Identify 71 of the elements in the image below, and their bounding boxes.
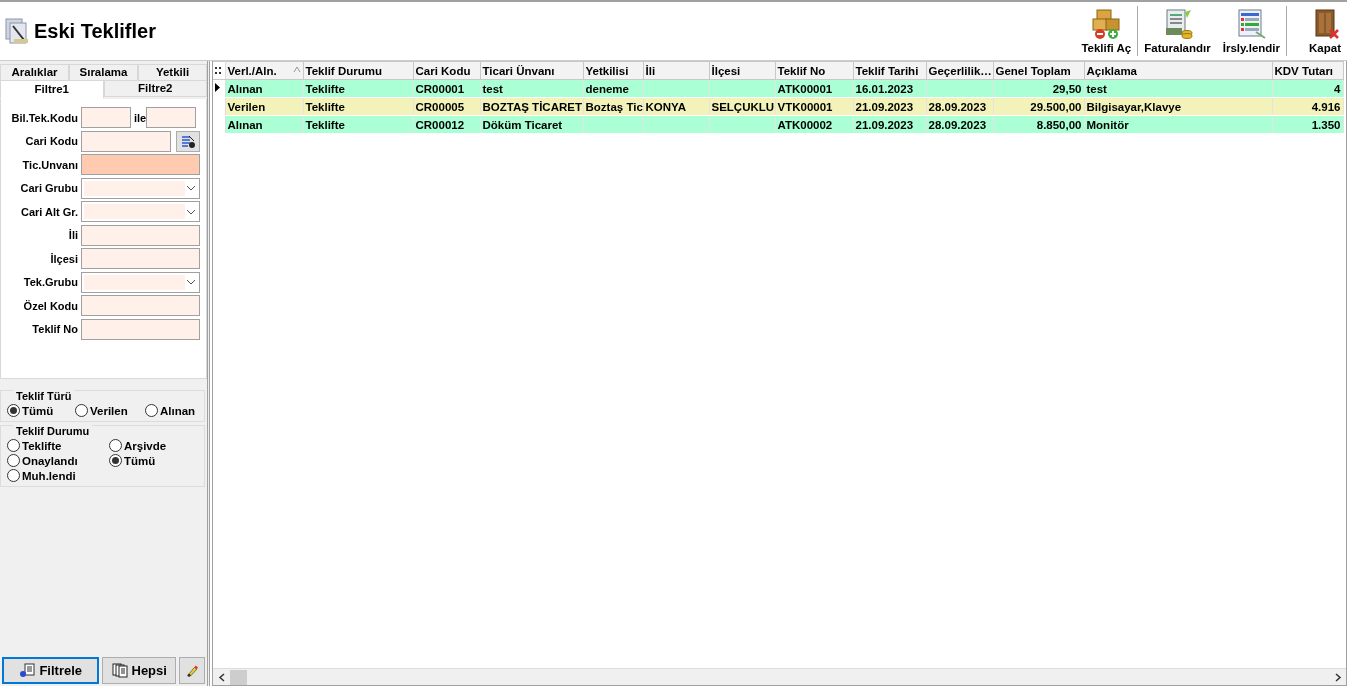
list-search-icon	[180, 133, 196, 149]
toolbar-button[interactable]: Teklifi Aç	[1075, 4, 1138, 58]
column-header[interactable]: Yetkilisi	[583, 61, 643, 80]
boxes-icon	[1091, 8, 1122, 40]
brush-button[interactable]	[179, 657, 205, 684]
field-label: İli	[67, 229, 79, 242]
toolbar-button[interactable]: İrsly.lendir	[1216, 4, 1287, 58]
table-row[interactable]: Verilen Teklifte CR00005 BOZTAŞ TİCARET Boztaş Tic KONYA SELÇUKLU VTK00001 21.09.2023 28.09.2023 29.500,00 Bilgisayar,Klavye 4.916	[213, 97, 1343, 116]
input-field[interactable]	[81, 130, 171, 152]
input-field[interactable]	[81, 224, 200, 246]
radio-option[interactable]: Tümü	[7, 403, 69, 418]
filter-button[interactable]: Hepsi	[102, 657, 176, 684]
radio-option[interactable]: Tümü	[109, 453, 199, 468]
column-header[interactable]: İlçesi	[709, 61, 775, 80]
column-header[interactable]: Geçerlilik…	[926, 61, 993, 80]
radio-option[interactable]: Onaylandı	[7, 453, 103, 468]
grip-icon	[214, 64, 222, 75]
input-field[interactable]	[81, 107, 131, 129]
field-label: ile	[133, 111, 147, 124]
dropdown-field[interactable]	[81, 201, 200, 223]
group-title: Teklif Türü	[13, 390, 75, 402]
form-icon	[1236, 8, 1267, 40]
field-label: Tek.Grubu	[22, 276, 79, 289]
scroll-left-icon	[217, 672, 226, 682]
toolbar-button[interactable]: Kapat	[1287, 4, 1347, 58]
document-filter-icon	[19, 663, 36, 678]
input-field[interactable]	[146, 107, 197, 129]
toolbar-button[interactable]: Faturalandır	[1138, 4, 1217, 58]
table-row[interactable]: Alınan Teklifte CR00012 Döküm Ticaret ATK00002 21.09.2023 28.09.2023 8.850,00 Monitör 1.350	[213, 115, 1343, 134]
input-field[interactable]	[81, 318, 200, 340]
input-field[interactable]	[81, 295, 200, 317]
filter-button[interactable]: Filtrele	[2, 657, 100, 684]
field-label: Cari Alt Gr.	[19, 205, 79, 218]
lookup-button[interactable]	[176, 130, 200, 152]
column-header[interactable]: Ticari Ünvanı	[480, 61, 583, 80]
column-header[interactable]: Verl./Aln.	[225, 61, 303, 80]
field-label: Cari Grubu	[19, 182, 79, 195]
input-field[interactable]	[81, 248, 200, 270]
documents-pen-icon	[4, 17, 30, 45]
column-header[interactable]: Teklif Durumu	[303, 61, 413, 80]
row-pointer-icon	[214, 82, 221, 93]
scroll-right-icon	[1333, 672, 1342, 682]
group-title: Teklif Durumu	[13, 425, 93, 437]
column-header[interactable]: Teklif Tarihi	[853, 61, 926, 80]
dropdown-field[interactable]	[81, 177, 200, 199]
radio-option[interactable]: Alınan	[145, 403, 209, 418]
sort-ascending-icon	[292, 64, 301, 74]
field-label: İlçesi	[49, 252, 79, 265]
table-row[interactable]: Alınan Teklifte CR00001 test deneme ATK00001 16.01.2023 29,50 test 4	[213, 79, 1343, 98]
column-header[interactable]: İli	[643, 61, 709, 80]
dropdown-field[interactable]	[81, 271, 200, 293]
window-title: Eski Teklifler	[34, 19, 156, 43]
field-label: Teklif No	[31, 323, 79, 336]
filter-tab[interactable]: Filtre2	[103, 80, 207, 97]
field-label: Bil.Tek.Kodu	[10, 111, 79, 124]
column-header[interactable]: Cari Kodu	[413, 61, 480, 80]
column-header[interactable]: Teklif No	[775, 61, 853, 80]
scrollbar-thumb[interactable]	[230, 669, 247, 685]
documents-icon	[111, 663, 128, 678]
radio-option[interactable]: Arşivde	[109, 438, 199, 453]
field-label: Cari Kodu	[24, 135, 79, 148]
field-label: Tic.Unvanı	[21, 158, 79, 171]
radio-option[interactable]: Verilen	[75, 403, 139, 418]
column-header[interactable]: Açıklama	[1084, 61, 1272, 80]
filter-tab[interactable]: Filtre1	[0, 80, 104, 99]
column-header[interactable]: KDV Tutarı	[1272, 61, 1343, 80]
field-label: Özel Kodu	[22, 299, 79, 312]
radio-option[interactable]: Teklifte	[7, 438, 103, 453]
radio-option[interactable]: Muh.lendi	[7, 468, 103, 483]
column-header[interactable]: Genel Toplam	[993, 61, 1084, 80]
input-field[interactable]	[81, 154, 200, 176]
